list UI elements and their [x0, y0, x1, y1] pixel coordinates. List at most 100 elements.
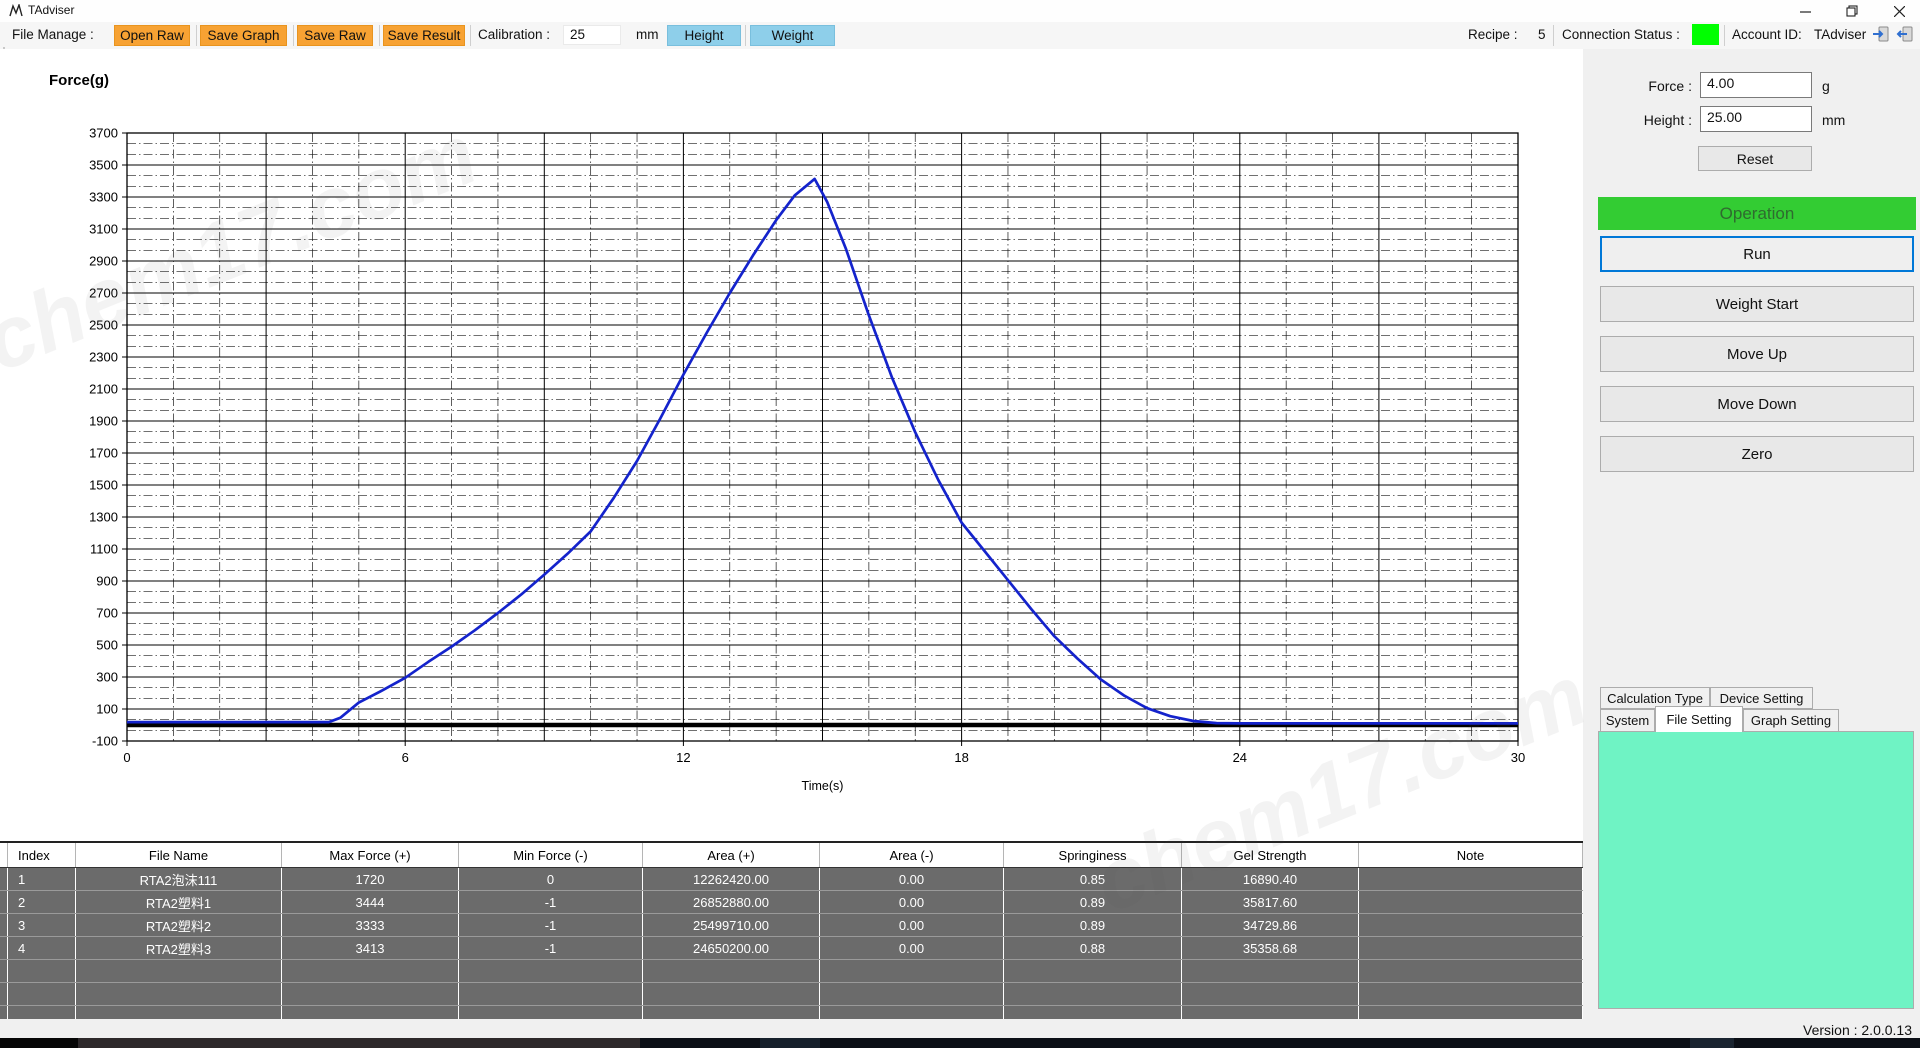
toolbar-button-save-graph[interactable]: Save Graph: [200, 25, 287, 46]
zero-button[interactable]: Zero: [1600, 436, 1914, 472]
close-button[interactable]: [1882, 0, 1916, 22]
svg-text:1100: 1100: [90, 542, 118, 557]
table-cell: RTA2塑料3: [76, 937, 282, 959]
results-table: IndexFile NameMax Force (+)Min Force (-)…: [0, 841, 1583, 1019]
table-cell: [8, 1006, 76, 1019]
table-cell: RTA2塑料2: [76, 914, 282, 936]
table-cell: 25499710.00: [643, 914, 820, 936]
table-cell: 0.00: [820, 868, 1004, 890]
login-icon[interactable]: [1872, 25, 1890, 48]
toolbar-button-open-raw[interactable]: Open Raw: [114, 25, 190, 46]
table-cell: [76, 960, 282, 982]
row-header-stub: [0, 891, 8, 913]
table-row[interactable]: 2RTA2塑料13444-126852880.000.000.8935817.6…: [0, 891, 1583, 914]
column-header: Springiness: [1004, 843, 1182, 867]
table-cell: [1004, 983, 1182, 1005]
table-cell: [459, 1006, 643, 1019]
svg-text:2100: 2100: [89, 382, 118, 397]
minimize-icon: [1800, 6, 1811, 17]
column-header: Area (-): [820, 843, 1004, 867]
svg-text:1700: 1700: [89, 446, 118, 461]
svg-text:3100: 3100: [89, 222, 118, 237]
svg-text:500: 500: [96, 638, 118, 653]
table-row[interactable]: [0, 960, 1583, 983]
reset-button[interactable]: Reset: [1698, 146, 1812, 171]
height-unit: mm: [1822, 112, 1845, 128]
toolbar-button-save-result[interactable]: Save Result: [383, 25, 465, 46]
column-header: Gel Strength: [1182, 843, 1359, 867]
force-unit: g: [1822, 78, 1830, 94]
row-header-stub: [0, 983, 8, 1005]
table-cell: [282, 1006, 459, 1019]
table-cell: [1182, 1006, 1359, 1019]
table-row[interactable]: 3RTA2塑料23333-125499710.000.000.8934729.8…: [0, 914, 1583, 937]
table-cell: [820, 983, 1004, 1005]
table-cell: RTA2泡沫111: [76, 868, 282, 890]
table-cell: 1: [8, 868, 76, 890]
height-mode-button[interactable]: Height: [667, 25, 741, 46]
column-header: File Name: [76, 843, 282, 867]
table-cell: [1182, 960, 1359, 982]
table-cell: 4: [8, 937, 76, 959]
table-row[interactable]: 1RTA2泡沫1111720012262420.000.000.8516890.…: [0, 868, 1583, 891]
move-down-button[interactable]: Move Down: [1600, 386, 1914, 422]
svg-text:3500: 3500: [89, 158, 118, 173]
tab-file-setting[interactable]: File Setting: [1655, 706, 1743, 732]
file-setting-panel: [1598, 731, 1914, 1009]
column-header: Index: [8, 843, 76, 867]
restore-button[interactable]: [1835, 0, 1869, 22]
table-cell: [643, 983, 820, 1005]
row-header-stub: [0, 937, 8, 959]
height-input[interactable]: 25.00: [1700, 106, 1812, 132]
chart-panel: Force(g) -100100300500700900110013001500…: [0, 49, 1583, 841]
taskbar-segment: [0, 1038, 78, 1048]
row-header-stub: [0, 960, 8, 982]
table-cell: 35817.60: [1182, 891, 1359, 913]
table-row[interactable]: 4RTA2塑料33413-124650200.000.000.8835358.6…: [0, 937, 1583, 960]
account-id-value: TAdviser: [1814, 27, 1866, 45]
run-button[interactable]: Run: [1600, 236, 1914, 272]
table-row[interactable]: [0, 983, 1583, 1006]
account-id-label: Account ID:: [1732, 27, 1802, 45]
toolbar-separator: [1553, 25, 1554, 46]
calibration-input[interactable]: 25: [563, 25, 621, 45]
table-cell: 1720: [282, 868, 459, 890]
table-cell: 2: [8, 891, 76, 913]
minimize-button[interactable]: [1788, 0, 1822, 22]
toolbar-button-save-raw[interactable]: Save Raw: [297, 25, 373, 46]
force-input[interactable]: 4.00: [1700, 72, 1812, 98]
table-cell: -1: [459, 937, 643, 959]
logout-icon[interactable]: [1896, 25, 1914, 48]
svg-text:2900: 2900: [89, 254, 118, 269]
weight-mode-button[interactable]: Weight: [750, 25, 835, 46]
svg-text:1900: 1900: [89, 414, 118, 429]
svg-text:100: 100: [96, 702, 118, 717]
svg-text:300: 300: [96, 670, 118, 685]
table-row[interactable]: [0, 1006, 1583, 1019]
recipe-label: Recipe :: [1468, 27, 1518, 45]
svg-text:2300: 2300: [89, 350, 118, 365]
table-cell: [820, 960, 1004, 982]
table-cell: 16890.40: [1182, 868, 1359, 890]
table-cell: [282, 960, 459, 982]
connection-status-label: Connection Status :: [1562, 27, 1680, 45]
tab-system[interactable]: System: [1600, 709, 1655, 732]
move-up-button[interactable]: Move Up: [1600, 336, 1914, 372]
table-header-row: IndexFile NameMax Force (+)Min Force (-)…: [0, 843, 1583, 868]
svg-text:1500: 1500: [89, 478, 118, 493]
table-cell: [1182, 983, 1359, 1005]
row-header-stub: [0, 914, 8, 936]
table-cell: 26852880.00: [643, 891, 820, 913]
toolbar-separator: [470, 25, 471, 46]
column-header: Min Force (-): [459, 843, 643, 867]
svg-text:24: 24: [1233, 750, 1247, 765]
tab-graph-setting[interactable]: Graph Setting: [1743, 709, 1839, 732]
table-cell: [8, 960, 76, 982]
table-cell: [1359, 914, 1583, 936]
taskbar-segment: [760, 1038, 820, 1048]
table-cell: 12262420.00: [643, 868, 820, 890]
table-cell: [1359, 983, 1583, 1005]
restore-icon: [1846, 5, 1858, 17]
weight-start-button[interactable]: Weight Start: [1600, 286, 1914, 322]
svg-text:700: 700: [96, 606, 118, 621]
